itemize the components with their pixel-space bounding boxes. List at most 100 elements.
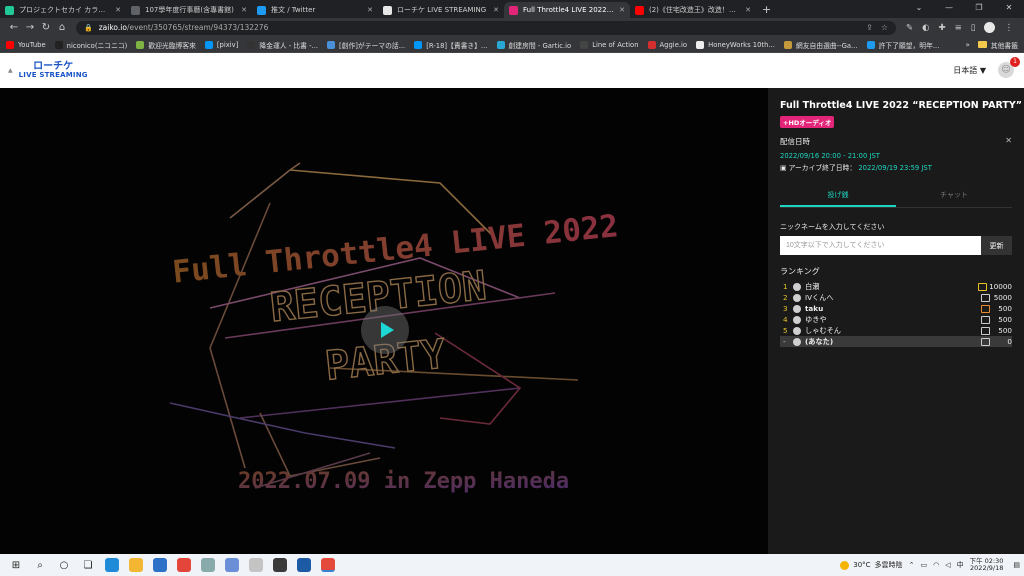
app-line-icon[interactable] xyxy=(273,558,287,572)
app-pen-icon[interactable] xyxy=(249,558,263,572)
edge-browser-icon[interactable] xyxy=(105,558,119,572)
bookmark-item[interactable]: Aggie.io xyxy=(647,40,687,49)
palette-extension-icon[interactable]: ◐ xyxy=(922,23,929,33)
tab-close-icon[interactable]: ✕ xyxy=(241,6,247,14)
bookmark-item[interactable]: YouTube xyxy=(6,40,46,49)
bookmark-label: HoneyWorks 10th... xyxy=(708,40,775,49)
tab-close-icon[interactable]: ✕ xyxy=(115,6,121,14)
lock-icon[interactable]: 🔒 xyxy=(84,24,93,32)
browser-tab[interactable]: Full Throttle4 LIVE 2022 "RECEPTION ✕ xyxy=(504,2,630,18)
bookmark-item[interactable]: [創作]がテーマの話... xyxy=(327,40,405,50)
app-notes-icon[interactable] xyxy=(225,558,239,572)
bookmark-favicon-icon xyxy=(204,40,213,49)
mail-icon[interactable] xyxy=(153,558,167,572)
tab-favicon-icon xyxy=(635,5,644,15)
tab-close-icon[interactable]: ✕ xyxy=(619,6,625,14)
user-menu[interactable]: ☺ 1 xyxy=(998,56,1020,80)
weather-widget[interactable]: 30°C 多雲時陰 xyxy=(840,560,903,570)
reload-button[interactable]: ↻ xyxy=(38,22,54,33)
bookmark-favicon-icon xyxy=(496,40,505,49)
restore-button[interactable]: ❐ xyxy=(964,0,994,18)
chrome-icon[interactable] xyxy=(177,558,191,572)
task-view-icon[interactable]: ❏ xyxy=(80,557,96,573)
gift-icon xyxy=(981,304,990,313)
bookmark-label: niconico(ニコニコ) xyxy=(66,41,128,50)
event-title: Full Throttle4 LIVE 2022 “RECEPTION PART… xyxy=(780,100,1022,111)
bookmark-item[interactable]: 降金運人 - 比書 -... xyxy=(247,40,318,50)
bookmark-item[interactable]: 網友自由選曲--Ga... xyxy=(783,40,858,50)
minimize-button[interactable]: — xyxy=(934,0,964,18)
search-icon[interactable]: ⌕ xyxy=(32,557,48,573)
home-button[interactable]: ⌂ xyxy=(54,22,70,33)
volume-icon[interactable]: ◁ xyxy=(945,561,950,569)
extension-icons: ✎ ◐ ✚ ≡ ▯ ⋮ xyxy=(906,22,1013,33)
puzzle-extension-icon[interactable]: ✚ xyxy=(939,23,946,33)
rank-name: 白瀬 xyxy=(805,281,820,291)
other-bookmarks-folder[interactable]: 其他書籤 xyxy=(977,40,1018,50)
tray-chevron-icon[interactable]: ⌃ xyxy=(909,561,915,569)
update-button[interactable]: 更新 xyxy=(981,236,1012,255)
tab-close-icon[interactable]: ✕ xyxy=(493,6,499,14)
panel-tabs: 投げ銭 チャット xyxy=(780,190,1012,208)
new-tab-button[interactable]: + xyxy=(756,2,777,18)
notifications-icon[interactable]: ▤ xyxy=(1013,561,1020,569)
rank-name: しゃむそん xyxy=(805,325,841,335)
site-logo[interactable]: ローチケ LIVE STREAMING xyxy=(19,62,88,79)
tab-close-icon[interactable]: ✕ xyxy=(745,6,751,14)
file-explorer-icon[interactable] xyxy=(129,558,143,572)
chrome-active-icon[interactable] xyxy=(321,558,335,572)
browser-tab[interactable]: プロジェクトセカイ カラフルステージ✕ xyxy=(0,2,126,18)
address-bar[interactable]: 🔒 zaiko.io /event/350765/stream/94373/13… xyxy=(76,20,896,35)
pen-extension-icon[interactable]: ✎ xyxy=(906,23,913,33)
dropdown-icon[interactable]: ⌄ xyxy=(904,0,934,18)
wifi-icon[interactable]: ◠ xyxy=(933,561,939,569)
browser-tab[interactable]: 107學年度行事曆(含專書館) ✕ xyxy=(126,2,252,18)
bookmark-item[interactable]: niconico(ニコニコ) xyxy=(54,40,128,50)
tab-chat[interactable]: チャット xyxy=(896,190,1012,207)
browser-tab[interactable]: ローチケ LIVE STREAMING ✕ xyxy=(378,2,504,18)
reading-list-icon[interactable]: ≡ xyxy=(955,23,962,33)
cortana-icon[interactable]: ○ xyxy=(56,557,72,573)
browser-tab[interactable]: (2)《住宅改造王》改造！邁滿部 ✕ xyxy=(630,2,756,18)
tab-favicon-icon xyxy=(383,5,392,15)
bookmark-item[interactable]: [pixiv] xyxy=(204,40,238,49)
windows-start-icon[interactable]: ⊞ xyxy=(8,557,24,573)
nickname-input[interactable] xyxy=(780,236,981,255)
close-window-button[interactable]: ✕ xyxy=(994,0,1024,18)
video-player[interactable]: Full Throttle4 LIVE 2022 RECEPTION PARTY… xyxy=(0,88,768,554)
bookmark-item[interactable]: 創建房間 - Gartic.io xyxy=(496,40,571,50)
browser-tab[interactable]: 推文 / Twitter ✕ xyxy=(252,2,378,18)
tab-tipping[interactable]: 投げ銭 xyxy=(780,190,896,207)
ime-icon[interactable]: 中 xyxy=(957,560,964,570)
app-photo-icon[interactable] xyxy=(297,558,311,572)
back-button[interactable]: ← xyxy=(6,22,22,33)
network-icon[interactable]: ▭ xyxy=(920,561,927,569)
app-swirl-icon[interactable] xyxy=(201,558,215,572)
play-button[interactable] xyxy=(361,306,409,354)
side-panel-icon[interactable]: ▯ xyxy=(971,23,976,33)
bookmark-label: 網友自由選曲--Ga... xyxy=(795,41,858,50)
bookmark-item[interactable]: 歡迎光臨博客來 xyxy=(136,40,196,50)
more-bookmarks-button[interactable]: » xyxy=(966,41,970,49)
tab-close-icon[interactable]: ✕ xyxy=(367,6,373,14)
bookmark-item[interactable]: HoneyWorks 10th... xyxy=(696,40,775,49)
bookmark-item[interactable]: 許下了願望，明年... xyxy=(866,40,939,50)
bookmark-item[interactable]: Line of Action xyxy=(580,40,639,49)
profile-avatar[interactable] xyxy=(984,22,996,33)
bookmarks-bar: YouTube niconico(ニコニコ) 歡迎光臨博客來 [pixiv] 降金運人 … xyxy=(0,37,1024,53)
browser-menu-icon[interactable]: ⋮ xyxy=(1004,23,1013,33)
forward-button[interactable]: → xyxy=(22,22,38,33)
rank-score: 500 xyxy=(998,304,1012,313)
clock[interactable]: 下午 02:30 2022/9/18 xyxy=(970,557,1004,572)
collapse-caret-icon[interactable]: ▲ xyxy=(8,67,13,74)
bookmark-star-icon[interactable]: ☆ xyxy=(881,23,888,32)
bookmark-favicon-icon xyxy=(54,40,63,49)
bookmark-favicon-icon xyxy=(580,40,589,49)
hd-audio-badge: +HDオーディオ xyxy=(780,116,835,128)
tab-list: プロジェクトセカイ カラフルステージ✕107學年度行事曆(含專書館)✕推文 / … xyxy=(0,0,756,18)
language-selector[interactable]: 日本語 ▼ xyxy=(953,65,986,76)
bookmark-item[interactable]: [R-18]【責書き】... xyxy=(414,40,488,50)
share-icon[interactable]: ⇪ xyxy=(866,23,873,32)
ranking-row: 2 IVくんへ 5000 xyxy=(780,292,1012,303)
close-icon[interactable]: ✕ xyxy=(1005,136,1012,145)
